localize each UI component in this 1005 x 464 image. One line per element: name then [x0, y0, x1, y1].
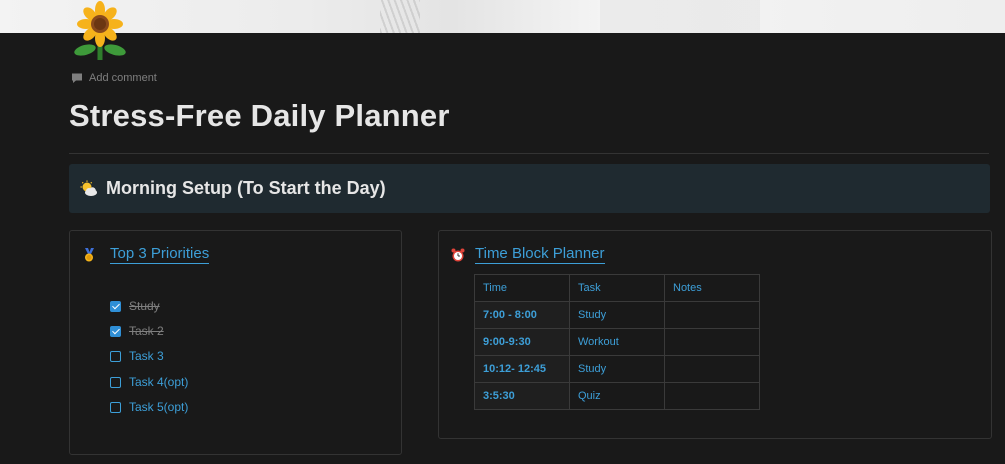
sun-behind-cloud-icon [80, 180, 98, 198]
table-header-row: Time Task Notes [474, 274, 760, 302]
checkbox[interactable] [110, 401, 121, 413]
column-header-notes[interactable]: Notes [664, 274, 760, 302]
todo-label[interactable]: Task 2 [129, 324, 164, 338]
task-cell[interactable]: Study [569, 355, 665, 383]
callout-text: Morning Setup (To Start the Day) [106, 178, 386, 198]
callout-morning-setup[interactable]: Morning Setup (To Start the Day) [69, 164, 990, 213]
divider [69, 153, 989, 154]
todo-label[interactable]: Task 4(opt) [129, 375, 188, 389]
todo-item[interactable]: Task 3 [110, 349, 164, 363]
alarm-clock-icon [451, 248, 465, 262]
checkbox[interactable] [110, 325, 121, 337]
time-cell[interactable]: 7:00 - 8:00 [474, 301, 570, 329]
table-row: 7:00 - 8:00 Study [474, 301, 760, 329]
cover-decoration [380, 0, 420, 33]
task-cell[interactable]: Study [569, 301, 665, 329]
notes-cell[interactable] [664, 355, 760, 383]
todo-label[interactable]: Task 3 [129, 349, 164, 363]
notes-cell[interactable] [664, 382, 760, 410]
add-comment-button[interactable]: Add comment [71, 72, 157, 84]
todo-label[interactable]: Study [129, 299, 160, 313]
task-cell[interactable]: Quiz [569, 382, 665, 410]
comment-icon [71, 72, 83, 84]
sunflower-icon[interactable] [68, 0, 132, 64]
time-block-table: Time Task Notes 7:00 - 8:00 Study 9:00-9… [474, 274, 760, 410]
checkbox[interactable] [110, 376, 121, 388]
time-cell[interactable]: 3:5:30 [474, 382, 570, 410]
todo-item[interactable]: Task 2 [110, 324, 164, 338]
time-cell[interactable]: 10:12- 12:45 [474, 355, 570, 383]
cover-image [0, 0, 1005, 33]
time-cell[interactable]: 9:00-9:30 [474, 328, 570, 356]
priorities-heading-link[interactable]: Top 3 Priorities [110, 245, 210, 264]
column-header-task[interactable]: Task [569, 274, 665, 302]
todo-item[interactable]: Study [110, 299, 160, 313]
time-block-heading: Time Block Planner [451, 245, 605, 264]
add-comment-label: Add comment [89, 72, 157, 84]
todo-label[interactable]: Task 5(opt) [129, 400, 188, 414]
priorities-heading: Top 3 Priorities [82, 245, 210, 264]
checkbox[interactable] [110, 350, 121, 362]
column-header-time[interactable]: Time [474, 274, 570, 302]
notes-cell[interactable] [664, 301, 760, 329]
time-block-heading-link[interactable]: Time Block Planner [475, 245, 605, 264]
table-row: 10:12- 12:45 Study [474, 355, 760, 383]
table-row: 9:00-9:30 Workout [474, 328, 760, 356]
todo-item[interactable]: Task 4(opt) [110, 375, 188, 389]
task-cell[interactable]: Workout [569, 328, 665, 356]
checkbox[interactable] [110, 300, 121, 312]
notes-cell[interactable] [664, 328, 760, 356]
page-title[interactable]: Stress-Free Daily Planner [69, 98, 450, 134]
priorities-card: Top 3 Priorities Study Task 2 Task 3 Tas… [69, 230, 402, 455]
cover-decoration [600, 0, 760, 33]
todo-item[interactable]: Task 5(opt) [110, 400, 188, 414]
table-row: 3:5:30 Quiz [474, 382, 760, 410]
medal-icon [82, 247, 96, 262]
time-block-card: Time Block Planner Time Task Notes 7:00 … [438, 230, 992, 439]
